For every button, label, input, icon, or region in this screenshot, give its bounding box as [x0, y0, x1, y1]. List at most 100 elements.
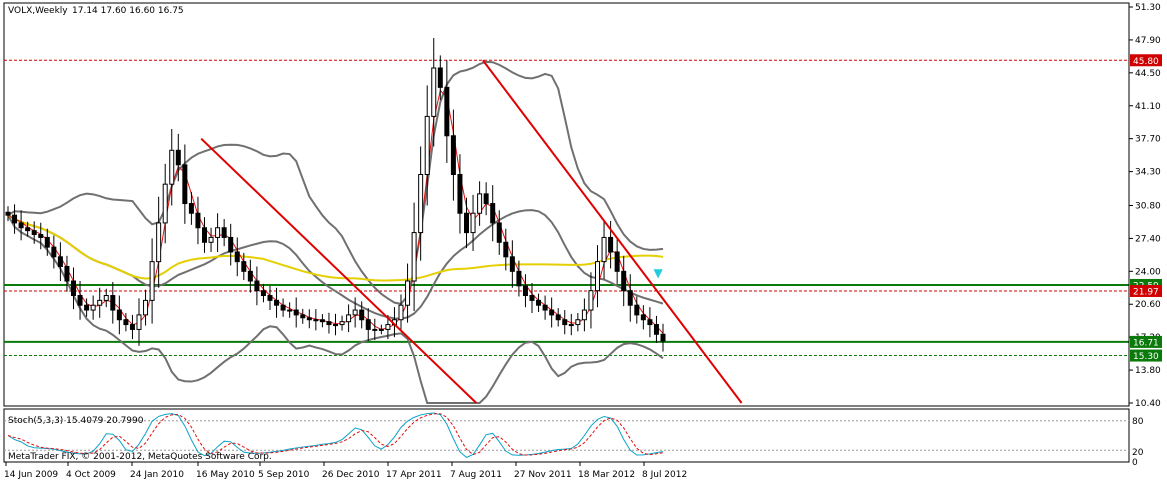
price-tick-label: 47.90: [1135, 36, 1161, 46]
price-tick-label: 30.80: [1135, 201, 1161, 211]
candle-body: [156, 222, 162, 263]
candle-body: [280, 304, 286, 311]
price-axis[interactable]: 51.30 47.90 44.50 41.10 37.70 34.30 30.80 27.40…: [1128, 3, 1162, 409]
candle-body: [398, 304, 404, 321]
candle-body: [516, 270, 522, 287]
candle-body: [575, 319, 581, 326]
candle-body: [228, 236, 234, 253]
candle-body: [496, 222, 502, 243]
candle-body: [509, 256, 515, 272]
candle-body: [319, 319, 325, 323]
candle-body: [503, 241, 509, 258]
date-tick-label: 4 Oct 2009: [66, 470, 116, 480]
candle-body: [411, 232, 417, 282]
candle-body: [457, 174, 463, 214]
symbol-label: VOLX,Weekly: [8, 6, 68, 16]
candle-body: [116, 309, 122, 321]
candle-body: [267, 295, 273, 301]
date-tick-label: 26 Dec 2010: [322, 470, 380, 480]
price-tick-label: 27.40: [1135, 234, 1161, 244]
support-15-tag-label: 15.30: [1133, 352, 1159, 362]
stochastic-level-80: 80: [1132, 417, 1144, 427]
candle-body: [365, 319, 371, 330]
candle-body: [18, 222, 24, 229]
date-tick-label: 18 Mar 2012: [578, 470, 635, 480]
candle-body: [38, 234, 44, 238]
date-tick-label: 14 Jun 2009: [4, 470, 58, 480]
candle-body: [188, 203, 194, 214]
candle-body: [71, 280, 76, 297]
resistance-45-tag-label: 45.80: [1133, 57, 1159, 67]
stochastic-window[interactable]: Stoch(5,3,3) 15.4079 20.7990 MetaTrader …: [3, 408, 1144, 468]
candle-body: [234, 251, 240, 263]
date-axis[interactable]: 14 Jun 2009 4 Oct 2009 24 Jan 2010 16 May 2…: [4, 461, 1129, 480]
date-axis-ticks: 14 Jun 2009 4 Oct 2009 24 Jan 2010 16 May 2…: [4, 462, 687, 480]
price-tick-label: 34.30: [1135, 168, 1161, 178]
candle-body: [352, 309, 358, 316]
candle-body: [483, 193, 489, 205]
price-tick-label: 24.00: [1135, 267, 1161, 277]
candle-body: [339, 321, 345, 326]
candle-body: [562, 319, 568, 326]
price-tick-label: 41.10: [1135, 102, 1161, 112]
candle-body: [359, 309, 365, 321]
candle-body: [346, 314, 352, 323]
candle-body: [57, 256, 63, 267]
candle-body: [581, 309, 587, 321]
candle-body: [437, 67, 443, 88]
candle-body: [450, 135, 456, 176]
candle-body: [195, 212, 201, 229]
date-tick-label: 17 Apr 2011: [386, 470, 442, 480]
candle-body: [568, 324, 574, 327]
candle-body: [64, 265, 70, 282]
price-tick-label: 37.70: [1135, 135, 1161, 145]
candle-body: [143, 299, 149, 316]
candle-body: [208, 236, 214, 243]
stochastic-level-0: 0: [1132, 458, 1138, 468]
candle-body: [595, 261, 600, 292]
date-tick-label: 16 May 2010: [196, 470, 255, 480]
candle-body: [77, 295, 83, 306]
price-tick-label: 10.40: [1135, 399, 1161, 409]
candle-body: [129, 324, 135, 330]
candle-body: [647, 319, 653, 326]
stochastic-label: Stoch(5,3,3) 15.4079 20.7990: [8, 416, 144, 426]
candle-body: [418, 174, 424, 234]
date-tick-label: 8 Jul 2012: [642, 470, 687, 480]
candle-body: [470, 212, 476, 234]
signal-arrow-icon: ▼: [653, 266, 663, 280]
candle-body: [162, 183, 168, 224]
candle-body: [215, 227, 221, 238]
candle-body: [90, 304, 96, 311]
candle-body: [477, 193, 483, 214]
candle-body: [326, 321, 332, 326]
candle-body: [51, 246, 57, 258]
candle-body: [464, 212, 469, 234]
date-tick-label: 7 Aug 2011: [450, 470, 502, 480]
current-price-tag-label: 16.71: [1133, 338, 1159, 348]
candle-body: [542, 304, 548, 311]
candle-body: [149, 261, 155, 301]
candle-body: [660, 333, 666, 342]
copyright-text: MetaTrader FIX, © 2001-2012, MetaQuotes …: [8, 452, 272, 462]
candle-body: [182, 164, 188, 205]
price-tick-label: 13.80: [1135, 366, 1161, 376]
date-tick-label: 27 Nov 2011: [514, 470, 572, 480]
candle-body: [25, 227, 31, 232]
candle-body: [621, 270, 627, 292]
candle-body: [490, 203, 496, 224]
price-chart-window[interactable]: ▼ VOLX,Weekly 17.14 17.60 16.60 16.75: [3, 2, 1130, 407]
candle-body: [306, 317, 312, 321]
stochastic-level-20: 20: [1132, 448, 1144, 458]
candle-body: [522, 285, 528, 297]
candle-body: [601, 236, 607, 263]
candle-body: [12, 214, 18, 224]
candle-body: [136, 314, 142, 330]
candle-body: [202, 227, 207, 243]
date-tick-label: 24 Jan 2010: [130, 470, 184, 480]
candle-body: [247, 270, 253, 282]
candle-body: [254, 280, 260, 292]
candle-body: [5, 211, 11, 216]
red-level-tag-label: 21.97: [1133, 287, 1159, 297]
candle-body: [614, 251, 620, 272]
